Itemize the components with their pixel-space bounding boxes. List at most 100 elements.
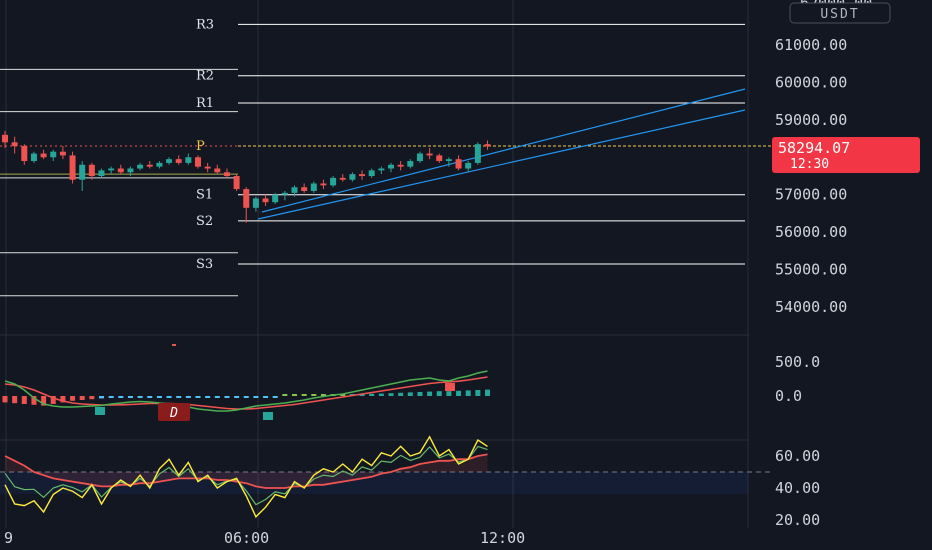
macd-histogram-bar (214, 396, 220, 398)
currency-badge-label: USDT (820, 7, 859, 22)
time-tick-label: 9 (4, 529, 13, 547)
candle-body (21, 146, 28, 162)
macd-histogram-bar (465, 390, 471, 396)
candle (214, 164, 221, 175)
candle (30, 151, 37, 163)
macd-cross-marker-2 (445, 383, 455, 391)
candlestick-series (2, 131, 491, 223)
macd-cross-marker-0 (95, 407, 105, 415)
macd-marker-label: D (169, 406, 178, 421)
price-axis[interactable]: 61000.0060000.0059000.0058000.0057000.00… (775, 36, 847, 529)
candle-body (98, 170, 105, 176)
macd-histogram-bar (127, 396, 133, 398)
candle-body (30, 153, 37, 162)
candle-body (156, 162, 163, 167)
macd-histogram-bar (292, 394, 297, 396)
candle-body (175, 159, 182, 163)
macd-signal-line (4, 376, 488, 410)
candle-body (407, 161, 414, 167)
candle-body (252, 198, 259, 208)
macd-histogram-bar (456, 390, 462, 396)
candle (349, 172, 356, 182)
time-tick-label: 12:00 (480, 529, 525, 547)
candle-body (223, 172, 230, 176)
candle (455, 155, 462, 171)
pivot-label-s3: S3 (196, 257, 213, 272)
macd-histogram-bar (166, 396, 172, 398)
candle-body (50, 151, 57, 158)
macd-marker[interactable]: D (158, 403, 190, 421)
candle (368, 168, 375, 178)
trading-chart[interactable]: R3 R2 R1 P S1 S2 S3 61000.00 60000.00 59000.00 58… (0, 0, 932, 550)
macd-spike-marker (172, 344, 176, 346)
channel-line-lower (257, 109, 746, 220)
candle (146, 161, 153, 169)
candle-body (397, 164, 404, 167)
channel-line-upper (261, 88, 746, 213)
candle (465, 161, 472, 173)
candle-body (455, 159, 462, 169)
price-tick-label: 56000.00 (775, 223, 847, 241)
candle (484, 140, 491, 150)
macd-histogram-bar (446, 391, 452, 396)
price-tick-label: 61000.00 (775, 36, 847, 54)
pivot-label-r3: R3 (196, 17, 214, 32)
pivot-levels: R3 R2 R1 P S1 S2 S3 (0, 17, 772, 297)
macd-histogram-bar (407, 392, 413, 396)
candle-body (166, 159, 173, 163)
candle-body (88, 164, 95, 176)
macd-histogram-bar (205, 396, 211, 398)
currency-badge[interactable]: USDT (789, 2, 891, 24)
pivot-label-p: P (196, 139, 205, 154)
trend-channel (257, 88, 746, 220)
macd-histogram-bar (485, 389, 490, 396)
candle (137, 162, 144, 171)
macd-histogram-bar (224, 396, 230, 398)
candle (474, 142, 481, 165)
candle (185, 153, 192, 165)
candle (416, 151, 423, 163)
candle-body (243, 189, 250, 208)
candle-body (185, 157, 192, 163)
candle-body (2, 134, 8, 143)
last-price-value: 58294.07 (778, 139, 850, 157)
macd-histogram-bar (99, 396, 104, 399)
macd-histogram-bar (253, 396, 259, 398)
macd-histogram-bar (369, 393, 375, 396)
candle-body (465, 162, 472, 169)
macd-histogram-bar (234, 396, 240, 398)
macd-histogram-bar (398, 392, 404, 396)
macd-histogram-bar (70, 396, 76, 401)
candle (2, 131, 8, 148)
time-axis[interactable]: 9 06:00 12:00 (4, 529, 525, 547)
candle-body (320, 183, 327, 186)
candle (378, 166, 385, 175)
macd-histogram-bar (475, 390, 481, 396)
candle (11, 136, 18, 154)
candle-body (146, 164, 153, 167)
price-tick-label: 59000.00 (775, 111, 847, 129)
macd-histogram-bar (2, 396, 8, 403)
rsi-tick-label: 40.00 (775, 479, 820, 497)
candle (388, 162, 394, 173)
candle (233, 174, 240, 191)
candle (407, 159, 414, 169)
macd-histogram-bar (118, 396, 124, 398)
candle-body (368, 170, 375, 176)
candle-body (262, 198, 269, 203)
rsi-tick-label: 20.00 (775, 511, 820, 529)
candle (223, 168, 230, 178)
candle-body (233, 176, 240, 190)
candle (426, 147, 433, 160)
macd-histogram-bar (417, 392, 423, 396)
macd-histogram-bar (436, 391, 442, 396)
candle-body (79, 164, 86, 180)
price-tick-label: 57000.00 (775, 186, 847, 204)
macd-histogram-bar (282, 394, 288, 396)
candle (262, 194, 269, 206)
rsi-tick-label: 60.00 (775, 447, 820, 465)
macd-panel (2, 344, 490, 420)
candle-body (426, 153, 433, 156)
candle-body (195, 157, 201, 167)
price-tick-label: 55000.00 (775, 261, 847, 279)
